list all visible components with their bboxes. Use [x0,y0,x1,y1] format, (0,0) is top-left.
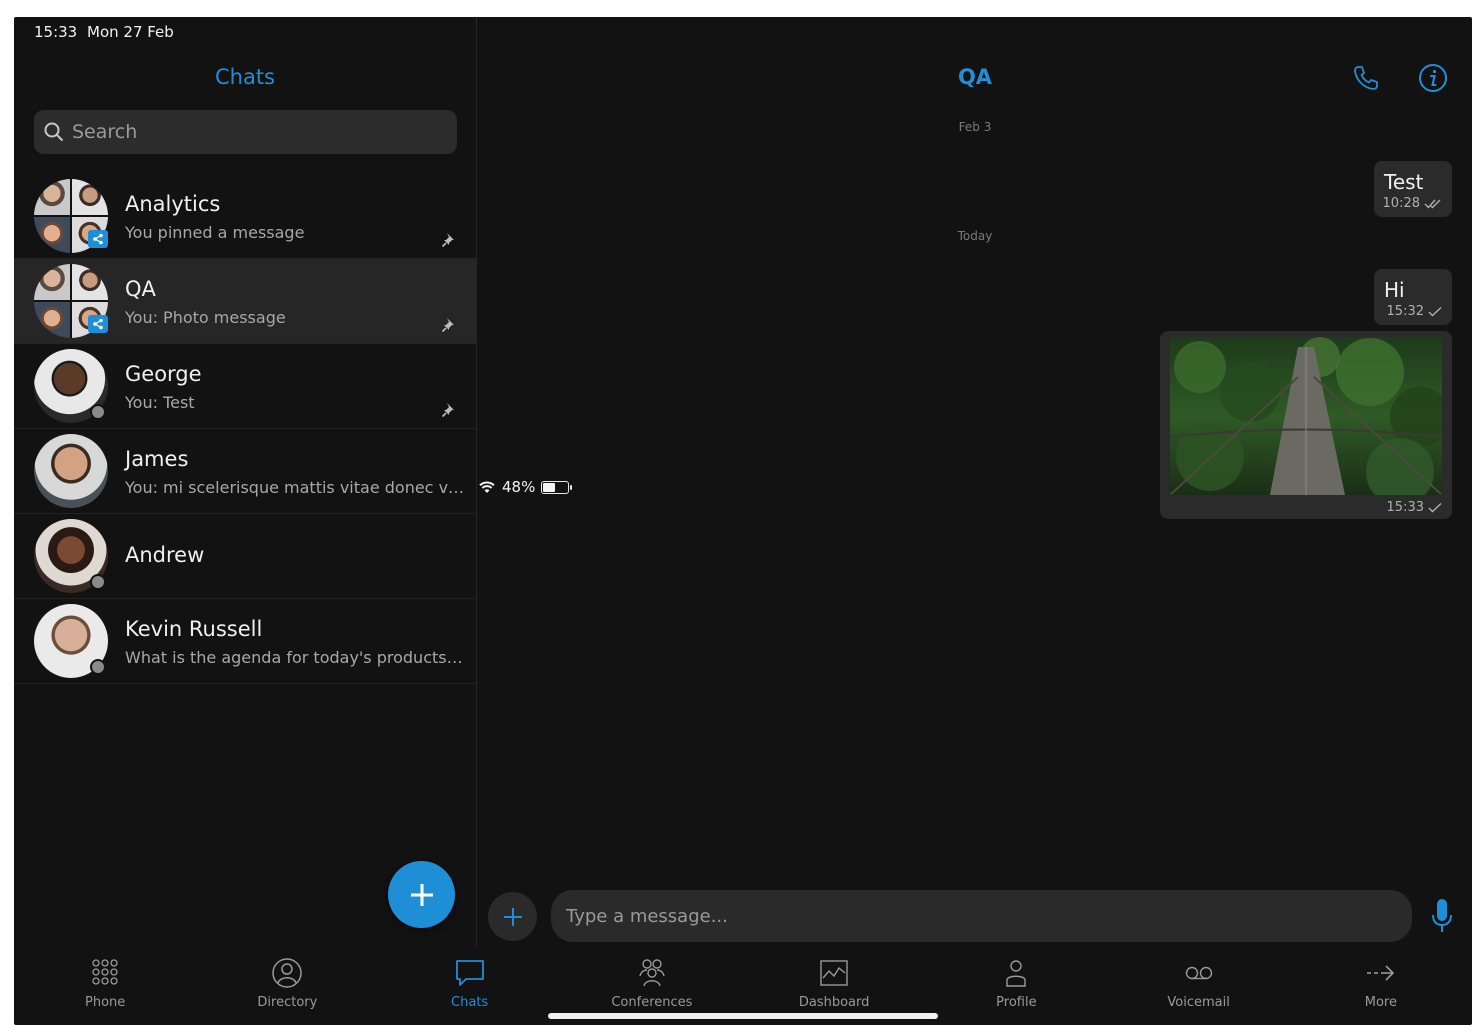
chat-name: George [125,362,202,386]
chat-row-andrew[interactable]: Andrew [14,514,477,599]
tab-phone[interactable]: Phone [14,949,196,1025]
chats-title: Chats [214,65,276,89]
chat-row-qa[interactable]: QA You: Photo message [14,259,477,344]
home-indicator[interactable] [548,1013,938,1019]
pin-icon [441,403,454,418]
pin-icon [441,233,454,248]
presence-indicator [90,659,106,675]
double-check-icon [1424,199,1441,209]
check-icon [1428,502,1442,513]
message-time: 10:28 [1382,196,1420,211]
search-icon [44,122,64,142]
tab-label: Chats [451,995,489,1010]
tab-label: More [1364,995,1397,1010]
chat-preview: You: mi scelerisque mattis vitae donec v… [125,478,465,497]
microphone-icon[interactable] [1428,897,1456,935]
chat-name: James [125,447,189,471]
tab-profile[interactable]: Profile [925,949,1107,1025]
tab-chats[interactable]: Chats [379,949,561,1025]
tab-label: Conferences [611,995,693,1010]
search-bar[interactable] [34,110,457,154]
new-chat-button[interactable] [388,861,455,928]
chat-preview: You: Test [125,393,195,412]
tab-directory[interactable]: Directory [196,949,378,1025]
message-meta: 15:33 [1387,500,1442,515]
chat-name: QA [125,277,156,301]
chat-name: Kevin Russell [125,617,263,641]
tab-label: Phone [84,995,126,1010]
attach-button[interactable] [488,892,537,941]
chats-pane: Chats Analytics You pinn [14,17,477,947]
message-bubble[interactable]: Hi 15:32 [1374,269,1452,325]
app-window: 15:33 Mon 27 Feb 48% Chats Search Analyt… [14,17,1472,1025]
message-composer[interactable] [551,890,1412,942]
directory-icon [272,958,303,988]
plus-icon [503,907,522,926]
dashboard-icon [820,960,848,986]
chat-list: Analytics You pinned a message QA You: P… [14,174,477,684]
tab-voicemail[interactable]: Voicemail [1108,949,1290,1025]
message-time: 15:32 [1386,304,1424,319]
message-bubble[interactable]: Test 10:28 [1374,161,1452,217]
chat-row-kevin-russell[interactable]: Kevin Russell What is the agenda for tod… [14,599,477,684]
profile-icon [1006,960,1027,987]
message-time: 15:33 [1386,500,1424,515]
date-separator: Feb 3 [958,120,992,134]
chat-row-analytics[interactable]: Analytics You pinned a message [14,174,477,259]
tab-more[interactable]: More [1290,949,1472,1025]
chat-preview: What is the agenda for today's products … [125,648,465,667]
photo-message-bubble[interactable]: 15:33 [1160,331,1452,519]
avatar [34,434,108,508]
tab-label: Dashboard [798,995,870,1010]
chat-preview: You: Photo message [125,308,286,327]
tab-label: Voicemail [1167,995,1230,1010]
chat-preview: You pinned a message [125,223,305,242]
presence-indicator [90,574,106,590]
dialpad-icon [92,959,118,985]
message-text: Test [1384,170,1424,194]
photo-attachment[interactable] [1170,337,1442,495]
presence-indicator [90,404,106,420]
check-icon [1428,306,1442,317]
more-arrow-icon [1366,965,1395,981]
voicemail-icon [1185,966,1212,980]
chat-name: Analytics [125,192,221,216]
message-meta: 10:28 [1383,196,1442,211]
plus-icon [410,883,433,906]
chat-row-george[interactable]: George You: Test [14,344,477,429]
date-separator: Today [957,229,993,243]
message-text: Hi [1384,278,1405,302]
tab-label: Directory [257,995,318,1010]
message-meta: 15:32 [1387,304,1442,319]
chat-name: Andrew [125,543,205,567]
chat-row-james[interactable]: James You: mi scelerisque mattis vitae d… [14,429,477,514]
group-share-badge-icon [88,230,108,248]
info-icon[interactable] [1418,63,1448,93]
chat-bubble-icon [455,960,484,986]
search-input[interactable] [72,121,442,143]
conversation-pane: QA Feb 3 Test 10:28 Today Hi 15:32 15:33… [478,17,1472,947]
tab-label: Profile [996,995,1037,1010]
phone-call-icon[interactable] [1351,63,1381,93]
message-input[interactable] [566,905,1386,927]
conference-icon [639,959,665,987]
group-share-badge-icon [88,315,108,333]
pin-icon [441,318,454,333]
conversation-title: QA [957,65,993,89]
